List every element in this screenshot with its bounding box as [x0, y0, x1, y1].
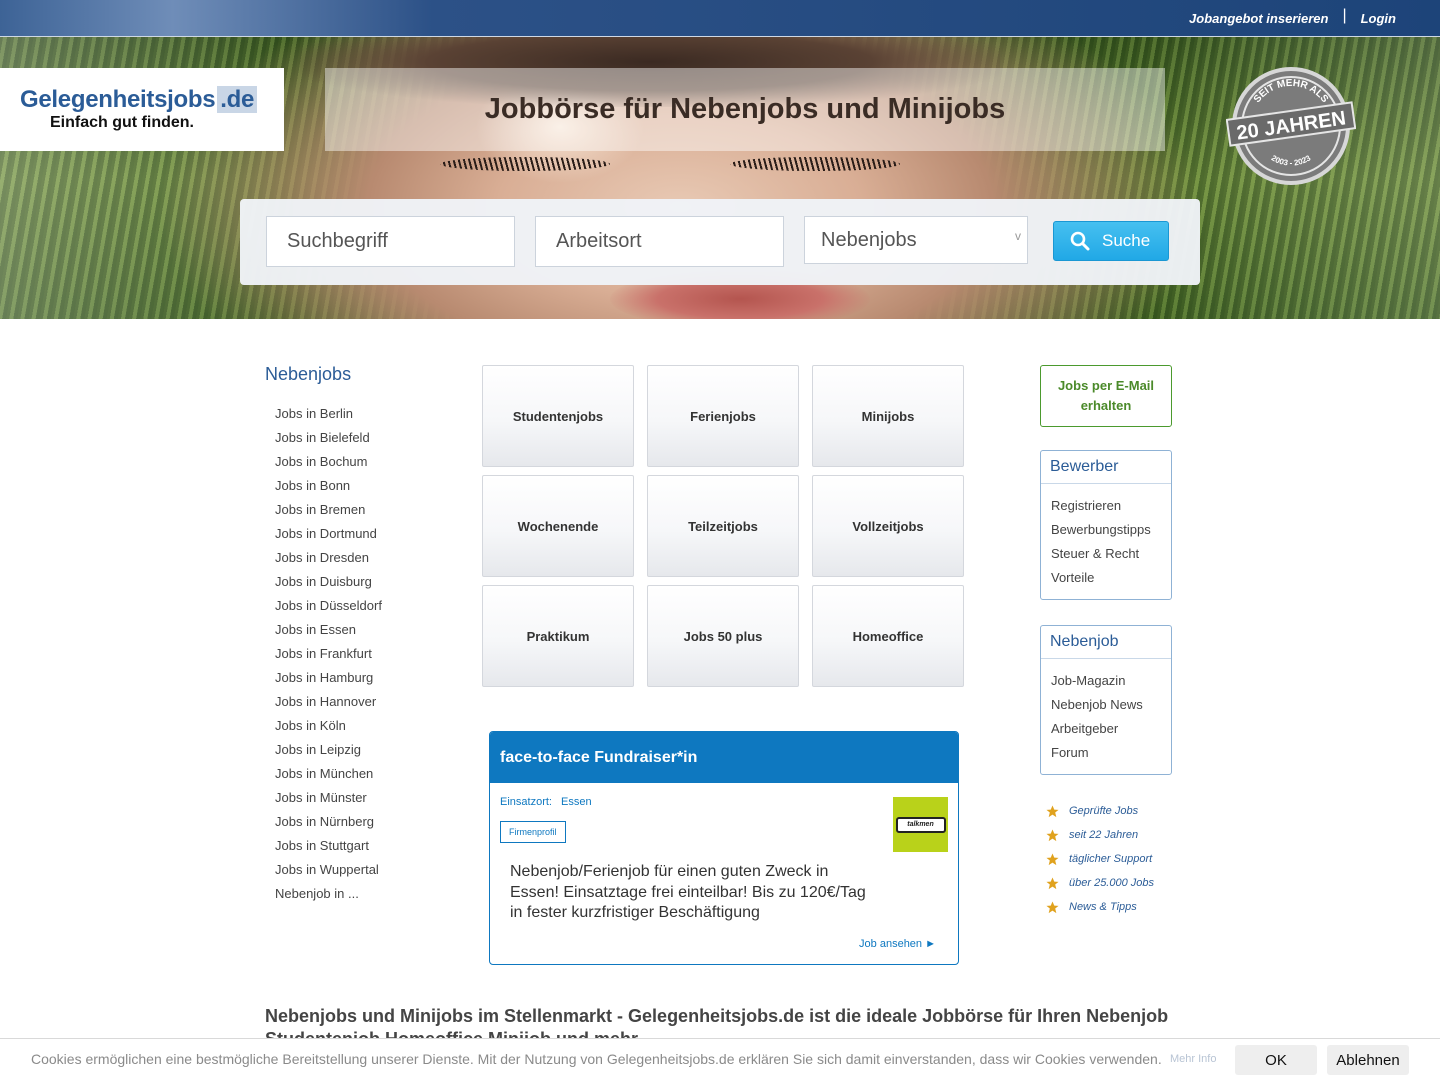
category-tile-studentenjobs[interactable]: Studentenjobs	[482, 365, 634, 467]
job-title[interactable]: face-to-face Fundraiser*in	[490, 732, 958, 783]
category-tile-jobs-50-plus[interactable]: Jobs 50 plus	[647, 585, 799, 687]
city-link[interactable]: Jobs in Berlin	[275, 402, 382, 426]
logo-wordmark: Gelegenheitsjobs .de	[20, 85, 284, 113]
city-link[interactable]: Jobs in Leipzig	[275, 738, 382, 762]
logo-name: Gelegenheitsjobs	[20, 85, 216, 113]
city-link[interactable]: Jobs in Nürnberg	[275, 810, 382, 834]
city-link[interactable]: Jobs in Bremen	[275, 498, 382, 522]
anniversary-badge-icon: SEIT MEHR ALS 20 JAHREN 2003 - 2023	[1226, 67, 1356, 185]
feature-list: Geprüfte Jobs seit 22 Jahren täglicher S…	[1046, 799, 1154, 919]
category-tile-vollzeitjobs[interactable]: Vollzeitjobs	[812, 475, 964, 577]
category-tile-teilzeitjobs[interactable]: Teilzeitjobs	[647, 475, 799, 577]
top-links: Jobangebot inserieren | Login	[1189, 7, 1396, 27]
applicant-link-benefits[interactable]: Vorteile	[1051, 566, 1161, 590]
cookie-more-info-link[interactable]: Mehr Info	[1170, 1053, 1216, 1065]
left-column-title: Nebenjobs	[265, 364, 352, 384]
star-icon	[1046, 828, 1059, 841]
feature-item: Geprüfte Jobs	[1046, 799, 1154, 823]
sidejob-box: Nebenjob Job-Magazin Nebenjob News Arbei…	[1040, 625, 1172, 775]
feature-label: Geprüfte Jobs	[1069, 805, 1139, 817]
job-location-value: Essen	[561, 796, 592, 808]
city-link[interactable]: Jobs in München	[275, 762, 382, 786]
city-link[interactable]: Jobs in Münster	[275, 786, 382, 810]
post-job-link[interactable]: Jobangebot inserieren	[1189, 11, 1328, 26]
search-button[interactable]: Suche	[1053, 221, 1169, 261]
more-cities-link[interactable]: Nebenjob in ...	[275, 882, 382, 906]
applicant-link-tips[interactable]: Bewerbungstipps	[1051, 518, 1161, 542]
category-tile-praktikum[interactable]: Praktikum	[482, 585, 634, 687]
feature-label: seit 22 Jahren	[1069, 829, 1139, 841]
applicant-box: Bewerber Registrieren Bewerbungstipps St…	[1040, 450, 1172, 600]
feature-label: News & Tipps	[1069, 901, 1137, 913]
city-link[interactable]: Jobs in Bonn	[275, 474, 382, 498]
search-button-label: Suche	[1102, 231, 1151, 250]
site-logo[interactable]: Gelegenheitsjobs .de Einfach gut finden.	[0, 68, 284, 151]
feature-item: seit 22 Jahren	[1046, 823, 1154, 847]
city-link[interactable]: Jobs in Köln	[275, 714, 382, 738]
company-logo[interactable]: talkmen	[893, 797, 948, 852]
city-link[interactable]: Jobs in Hamburg	[275, 666, 382, 690]
job-location-label: Einsatzort:	[500, 796, 552, 808]
star-icon	[1046, 852, 1059, 865]
category-tile-wochenende[interactable]: Wochenende	[482, 475, 634, 577]
hero-headline: Jobbörse für Nebenjobs und Minijobs	[325, 68, 1165, 151]
city-list: Jobs in Berlin Jobs in Bielefeld Jobs in…	[275, 402, 382, 906]
feature-item: täglicher Support	[1046, 847, 1154, 871]
cookie-ok-button[interactable]: OK	[1235, 1045, 1317, 1075]
company-profile-button[interactable]: Firmenprofil	[500, 821, 566, 843]
city-link[interactable]: Jobs in Hannover	[275, 690, 382, 714]
sidejob-link-forum[interactable]: Forum	[1051, 741, 1161, 765]
city-link[interactable]: Jobs in Bielefeld	[275, 426, 382, 450]
city-link[interactable]: Jobs in Stuttgart	[275, 834, 382, 858]
keyword-input[interactable]: Suchbegriff	[266, 216, 515, 267]
location-input[interactable]: Arbeitsort	[535, 216, 784, 267]
feature-item: News & Tipps	[1046, 895, 1154, 919]
job-location: Einsatzort: Essen	[500, 796, 592, 808]
category-tile-ferienjobs[interactable]: Ferienjobs	[647, 365, 799, 467]
logo-tld: .de	[217, 85, 258, 113]
city-link[interactable]: Jobs in Duisburg	[275, 570, 382, 594]
city-link[interactable]: Jobs in Düsseldorf	[275, 594, 382, 618]
city-link[interactable]: Jobs in Frankfurt	[275, 642, 382, 666]
category-select[interactable]: Nebenjobs v	[804, 216, 1028, 264]
city-link[interactable]: Jobs in Dortmund	[275, 522, 382, 546]
category-tile-minijobs[interactable]: Minijobs	[812, 365, 964, 467]
featured-job-card: face-to-face Fundraiser*in Einsatzort: E…	[489, 731, 959, 965]
applicant-link-tax-law[interactable]: Steuer & Recht	[1051, 542, 1161, 566]
view-job-link[interactable]: Job ansehen ►	[859, 938, 936, 950]
city-link[interactable]: Jobs in Wuppertal	[275, 858, 382, 882]
chevron-down-icon: v	[1015, 229, 1021, 243]
applicant-box-title: Bewerber	[1041, 451, 1171, 484]
category-select-value: Nebenjobs	[821, 228, 917, 251]
star-icon	[1046, 876, 1059, 889]
top-bar: Jobangebot inserieren | Login	[0, 0, 1440, 37]
star-icon	[1046, 900, 1059, 913]
feature-item: über 25.000 Jobs	[1046, 871, 1154, 895]
cookie-banner: Cookies ermöglichen eine bestmögliche Be…	[0, 1038, 1440, 1080]
star-icon	[1046, 804, 1059, 817]
city-link[interactable]: Jobs in Dresden	[275, 546, 382, 570]
logo-tagline: Einfach gut finden.	[50, 113, 194, 131]
top-links-separator: |	[1342, 7, 1347, 24]
city-link[interactable]: Jobs in Essen	[275, 618, 382, 642]
job-alert-button[interactable]: Jobs per E-Mail erhalten	[1040, 365, 1172, 427]
sidejob-box-title: Nebenjob	[1041, 626, 1171, 659]
job-description: Nebenjob/Ferienjob für einen guten Zweck…	[510, 863, 866, 921]
cookie-decline-button[interactable]: Ablehnen	[1327, 1045, 1409, 1075]
search-panel: Suchbegriff Arbeitsort Nebenjobs v Suche	[240, 199, 1200, 285]
sidejob-link-employers[interactable]: Arbeitgeber	[1051, 717, 1161, 741]
sidejob-link-magazine[interactable]: Job-Magazin	[1051, 669, 1161, 693]
category-tile-homeoffice[interactable]: Homeoffice	[812, 585, 964, 687]
applicant-link-register[interactable]: Registrieren	[1051, 494, 1161, 518]
login-link[interactable]: Login	[1361, 11, 1396, 26]
company-logo-text: talkmen	[895, 816, 946, 833]
search-icon	[1070, 231, 1090, 251]
feature-label: über 25.000 Jobs	[1069, 877, 1155, 889]
feature-label: täglicher Support	[1069, 853, 1153, 865]
sidejob-link-news[interactable]: Nebenjob News	[1051, 693, 1161, 717]
city-link[interactable]: Jobs in Bochum	[275, 450, 382, 474]
cookie-text: Cookies ermöglichen eine bestmögliche Be…	[31, 1051, 1162, 1067]
